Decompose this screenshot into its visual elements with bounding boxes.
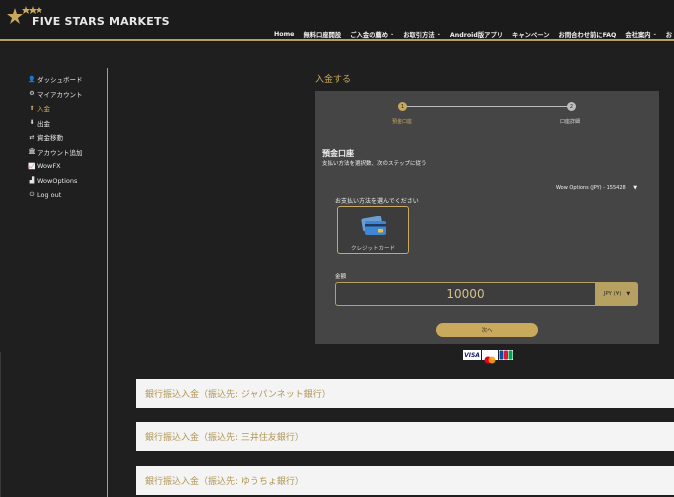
bank-transfer-label: 銀行振込入金（振込先: 三井住友銀行） bbox=[145, 433, 304, 443]
bank-transfer-yucho[interactable]: 銀行振込入金（振込先: ゆうちょ銀行） bbox=[136, 466, 674, 495]
sidebar-item[interactable]: ⬆ 入金 bbox=[28, 101, 108, 116]
chart-icon: 📈 bbox=[28, 162, 36, 170]
nav-item-label: お問合わせ前にFAQ bbox=[558, 31, 617, 39]
jcb-icon bbox=[499, 350, 513, 360]
currency-select[interactable]: JPY (¥) ▼ bbox=[596, 282, 638, 306]
nav-item-label: 会社案内 bbox=[625, 31, 651, 39]
jcb-logo bbox=[499, 350, 513, 360]
sidebar-item[interactable]: 📈 WowFX bbox=[28, 159, 108, 174]
nav-item-label: お取引方法 bbox=[403, 31, 435, 39]
site-header: FIVE STARS MARKETS Home 無料口座開設 ご入金の薦め ⌄ お取引方… bbox=[0, 0, 674, 42]
left-edge-line bbox=[0, 352, 1, 497]
page-title: 入金する bbox=[315, 75, 352, 85]
payment-logos: VISA bbox=[463, 350, 513, 364]
sidebar-item[interactable]: ⇄ 資金移動 bbox=[28, 130, 108, 145]
sidebar-item-label: アカウント追加 bbox=[37, 148, 83, 157]
sidebar-item[interactable]: ▟ WowOptions bbox=[28, 174, 108, 189]
nav-item-label: 無料口座開設 bbox=[303, 31, 342, 39]
chevron-down-icon: ⌄ bbox=[436, 31, 441, 37]
brand-name: FIVE STARS MARKETS bbox=[32, 15, 170, 28]
mastercard-icon bbox=[484, 356, 496, 364]
header-divider bbox=[0, 39, 674, 41]
sidebar-item-label: 入金 bbox=[37, 105, 50, 114]
sidebar-item-label: Log out bbox=[37, 191, 62, 200]
sidebar-item[interactable]: 👤 ダッシュボード bbox=[28, 72, 108, 87]
sidebar-item-label: マイアカウント bbox=[37, 90, 83, 99]
nav-item-label: お bbox=[665, 31, 673, 39]
sidebar-item[interactable]: ⬇ 出金 bbox=[28, 116, 108, 131]
gear-icon: ⚙ bbox=[29, 90, 35, 98]
sidebar-item[interactable]: 🏛 アカウント追加 bbox=[28, 145, 108, 160]
sidebar-item-label: WowOptions bbox=[37, 176, 78, 185]
sidebar-item-label: 出金 bbox=[37, 119, 50, 128]
bank-transfer-label: 銀行振込入金（振込先: ゆうちょ銀行） bbox=[145, 477, 304, 487]
sidebar-divider bbox=[107, 68, 108, 497]
mastercard-logo bbox=[482, 350, 498, 364]
area-chart-icon: ▟ bbox=[29, 177, 35, 185]
step-2-dot: 2 bbox=[567, 102, 576, 111]
power-icon: ⏻ bbox=[29, 191, 35, 199]
sidebar-item[interactable]: ⚙ マイアカウント bbox=[28, 87, 108, 102]
nav-item-label: キャンペーン bbox=[512, 31, 550, 39]
nav-item-label: Home bbox=[274, 30, 295, 38]
account-select[interactable]: Wow Options (JPY) - 155428 ▼ bbox=[556, 185, 637, 191]
currency-value: JPY (¥) bbox=[603, 291, 622, 297]
chevron-down-icon: ⌄ bbox=[652, 31, 657, 37]
sidebar-item[interactable]: ⏻ Log out bbox=[28, 188, 108, 203]
brand-logo[interactable]: FIVE STARS MARKETS bbox=[6, 4, 170, 30]
account-select-value: Wow Options (JPY) - 155428 bbox=[556, 185, 626, 191]
visa-logo: VISA bbox=[463, 350, 481, 360]
sidebar-item-label: 資金移動 bbox=[37, 134, 63, 143]
bank-transfer-japannet[interactable]: 銀行振込入金（振込先: ジャパンネット銀行） bbox=[136, 379, 674, 408]
page-root: FIVE STARS MARKETS Home 無料口座開設 ご入金の薦め ⌄ お取引方… bbox=[0, 0, 674, 497]
amount-input[interactable]: 10000 bbox=[335, 282, 596, 306]
amount-label: 金額 bbox=[335, 274, 347, 280]
bank-transfer-label: 銀行振込入金（振込先: ジャパンネット銀行） bbox=[145, 390, 331, 400]
section-subtitle: 支払い方法を選択数、次のステップに従う bbox=[322, 161, 427, 167]
caret-down-icon: ▼ bbox=[633, 185, 638, 191]
transfer-icon: ⇄ bbox=[29, 133, 35, 141]
section-title: 預金口座 bbox=[322, 149, 354, 158]
caret-down-icon: ▼ bbox=[626, 291, 631, 297]
payment-method-label: お支払い方法を選んでください bbox=[335, 198, 419, 205]
sidebar: 👤 ダッシュボード ⚙ マイアカウント ⬆ 入金 ⬇ 出金 ⇄ 資金移動 🏛 アカウント追加 📈 WowF… bbox=[28, 72, 108, 203]
nav-item-label: ご入金の薦め bbox=[350, 31, 388, 39]
nav-item-label: Android版アプリ bbox=[449, 31, 504, 39]
credit-card-label: クレジットカード bbox=[350, 246, 395, 252]
next-button[interactable]: 次へ bbox=[436, 323, 538, 337]
bank-transfer-smbc[interactable]: 銀行振込入金（振込先: 三井住友銀行） bbox=[136, 422, 674, 451]
step-1-label: 預金口座 bbox=[392, 119, 413, 125]
withdraw-icon: ⬇ bbox=[29, 119, 35, 127]
credit-card-option[interactable]: クレジットカード bbox=[337, 206, 409, 254]
step-2-label: 口座詳細 bbox=[560, 119, 581, 125]
stepper-line bbox=[403, 106, 571, 107]
credit-card-icon bbox=[361, 216, 386, 235]
user-icon: 👤 bbox=[28, 75, 36, 83]
deposit-icon: ⬆ bbox=[29, 104, 35, 112]
step-1-dot: 1 bbox=[398, 102, 407, 111]
sidebar-item-label: ダッシュボード bbox=[37, 76, 83, 85]
sidebar-item-label: WowFX bbox=[37, 162, 61, 171]
bank-icon: 🏛 bbox=[28, 148, 36, 156]
chevron-down-icon: ⌄ bbox=[390, 31, 395, 37]
